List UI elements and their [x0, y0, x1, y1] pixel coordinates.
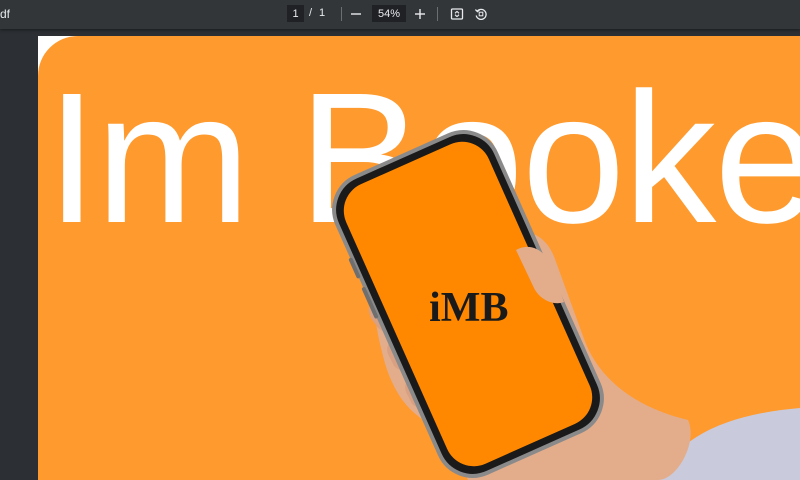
page-separator: / — [309, 7, 313, 19]
fit-to-page-icon — [450, 8, 464, 20]
pdf-toolbar: df / 1 — [0, 0, 800, 29]
rotate-button[interactable] — [471, 4, 491, 24]
total-pages: 1 — [319, 7, 326, 19]
pdf-viewer-area[interactable]: Im Booke iMB — [0, 29, 800, 480]
pdf-page: Im Booke iMB — [38, 36, 800, 480]
toolbar-divider — [341, 7, 342, 21]
page-number-input[interactable] — [287, 5, 304, 22]
document-title: df — [0, 7, 11, 21]
app-logo: iMB — [429, 285, 508, 331]
minus-icon — [351, 13, 361, 15]
rotate-icon — [474, 8, 487, 20]
hand-holding-phone-image: iMB — [332, 130, 800, 480]
zoom-out-button[interactable] — [346, 4, 366, 24]
zoom-input[interactable] — [372, 5, 406, 22]
plus-icon — [415, 9, 425, 19]
toolbar-divider — [437, 7, 438, 21]
zoom-in-button[interactable] — [410, 4, 430, 24]
fit-to-page-button[interactable] — [447, 4, 467, 24]
